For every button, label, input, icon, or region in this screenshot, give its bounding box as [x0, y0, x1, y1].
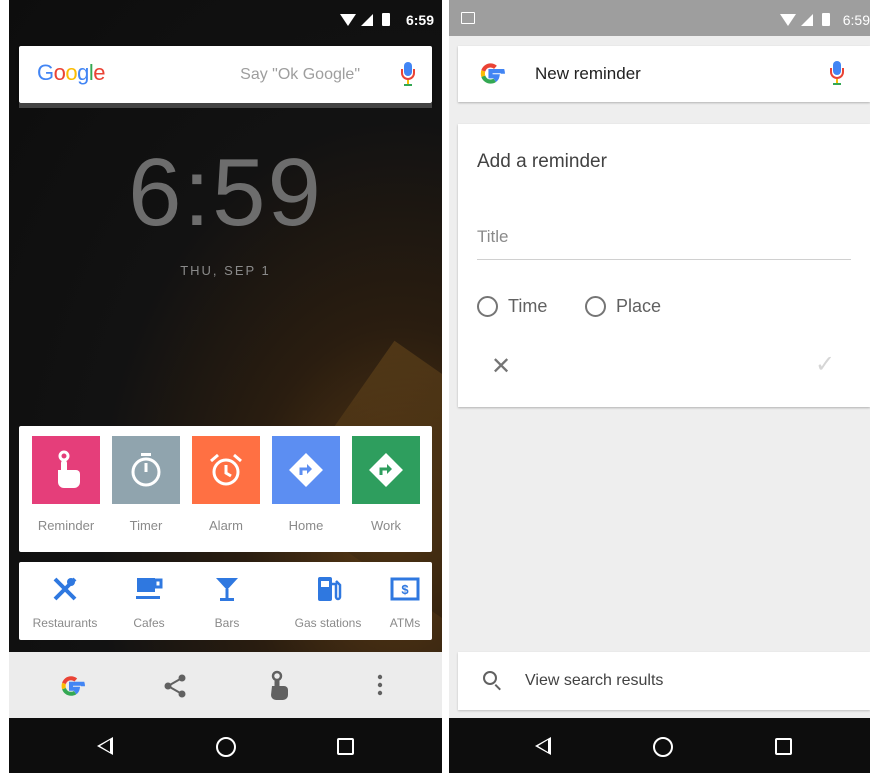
home-icon [216, 737, 236, 757]
reminder-icon [32, 436, 100, 504]
status-clock: 6:59 [842, 12, 870, 28]
title-field[interactable]: Title [477, 227, 851, 260]
status-bar: 6:59 [449, 0, 870, 36]
more-options-icon[interactable] [377, 674, 383, 701]
search-bar[interactable]: New reminder [458, 46, 870, 102]
time-option[interactable]: Time [477, 296, 547, 317]
category-label: ATMs [389, 616, 421, 630]
tile-reminder[interactable]: Reminder [32, 436, 100, 533]
tile-alarm[interactable]: Alarm [192, 436, 260, 533]
home-icon [653, 737, 673, 757]
category-cafes[interactable]: Cafes [109, 572, 189, 630]
search-icon [483, 671, 497, 685]
home-button[interactable] [216, 737, 236, 757]
view-search-results-button[interactable]: View search results [458, 652, 870, 710]
category-atms[interactable]: $ ATMs [365, 572, 442, 630]
timer-icon [112, 436, 180, 504]
share-icon[interactable] [163, 673, 187, 704]
gas-station-icon [288, 572, 368, 606]
category-label: Gas stations [294, 616, 362, 630]
confirm-check-icon[interactable]: ✓ [815, 350, 835, 379]
category-label: Cafes [133, 616, 165, 630]
place-option[interactable]: Place [585, 296, 661, 317]
lock-date: THU, SEP 1 [180, 263, 271, 278]
home-screen-panel: 6:59 Google Say "Ok Google" 6:59 THU, SE… [9, 0, 442, 773]
mic-icon[interactable] [830, 61, 844, 87]
tile-label: Timer [129, 518, 163, 533]
category-label: Restaurants [32, 616, 98, 630]
tile-label: Reminder [37, 518, 95, 533]
nearby-categories-card: Restaurants Cafes Bars Gas stations $ AT… [19, 562, 432, 640]
category-bars[interactable]: Bars [187, 572, 267, 630]
signal-icon [801, 13, 813, 26]
card-title: Add a reminder [477, 151, 607, 172]
place-option-label: Place [616, 296, 662, 316]
recents-icon [775, 738, 792, 755]
category-label: Bars [214, 616, 240, 630]
search-query[interactable]: New reminder [535, 64, 641, 84]
cancel-icon[interactable]: ✕ [491, 352, 511, 381]
category-restaurants[interactable]: Restaurants [25, 572, 105, 630]
alarm-icon [192, 436, 260, 504]
restaurant-icon [25, 572, 105, 606]
coffee-icon [109, 572, 189, 606]
back-icon [97, 737, 113, 755]
place-radio[interactable] [585, 296, 606, 317]
tile-label: Work [370, 518, 402, 533]
battery-icon [382, 13, 390, 26]
tile-timer[interactable]: Timer [112, 436, 180, 533]
action-bar [9, 652, 442, 718]
google-g-icon [475, 58, 506, 89]
signal-icon [361, 13, 373, 26]
battery-icon [822, 13, 830, 26]
navigation-bar [449, 718, 870, 773]
lock-clock: 6:59 [128, 139, 323, 246]
quick-actions-card: Reminder Timer Alarm Home Work [19, 426, 432, 552]
tap-gesture-icon[interactable] [267, 670, 291, 707]
svg-text:$: $ [401, 582, 409, 597]
recents-button[interactable] [337, 738, 354, 755]
mic-icon[interactable] [401, 62, 415, 88]
view-results-label: View search results [525, 672, 664, 689]
tile-work[interactable]: Work [352, 436, 420, 533]
wifi-icon [780, 13, 796, 26]
search-hint: Say "Ok Google" [240, 66, 360, 83]
back-icon [535, 737, 551, 755]
google-logo: Google [37, 60, 106, 85]
category-gas-stations[interactable]: Gas stations [288, 572, 368, 630]
directions-icon [272, 436, 340, 504]
cocktail-icon [187, 572, 267, 606]
status-clock: 6:59 [405, 12, 434, 28]
google-search-bar[interactable]: Google Say "Ok Google" [19, 46, 432, 108]
recents-icon [337, 738, 354, 755]
atm-icon: $ [365, 572, 442, 606]
google-now-panel: 6:59 New reminder Add a reminder Title T… [449, 0, 870, 773]
time-radio[interactable] [477, 296, 498, 317]
recents-button[interactable] [775, 738, 792, 755]
image-notification-icon [461, 12, 475, 24]
directions-icon [352, 436, 420, 504]
google-g-icon[interactable] [56, 671, 86, 706]
time-option-label: Time [508, 296, 548, 316]
tile-home[interactable]: Home [272, 436, 340, 533]
tile-label: Home [288, 518, 324, 533]
status-bar: 6:59 [9, 0, 442, 38]
reminder-card: Add a reminder Title Time Place ✕ ✓ [458, 124, 870, 407]
navigation-bar [9, 718, 442, 773]
home-button[interactable] [653, 737, 673, 757]
tile-label: Alarm [209, 518, 243, 533]
wifi-icon [340, 13, 356, 26]
